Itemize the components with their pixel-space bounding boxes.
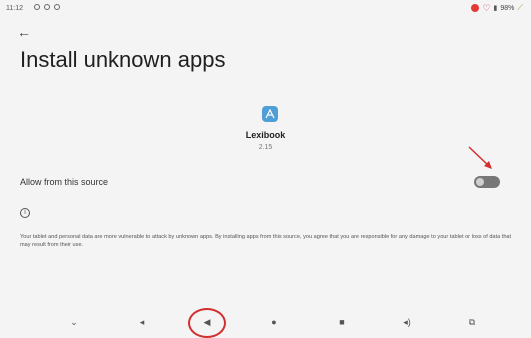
battery-level: 98% [500, 4, 515, 12]
info-icon: i [20, 208, 30, 218]
warning-text: Your tablet and personal data are more v… [20, 234, 512, 248]
battery-icon: ▮ [493, 5, 498, 12]
status-time: 11:12 [6, 5, 23, 12]
settings-dot-icon [54, 4, 60, 10]
settings-dot-icon [44, 4, 50, 10]
page-title: Install unknown apps [20, 47, 226, 72]
allow-from-source-toggle[interactable] [474, 176, 500, 188]
toggle-knob [476, 178, 484, 186]
status-bar: 11:12 ♡ ▮ 98% ⟋ [0, 0, 531, 18]
app-version: 2.15 [258, 144, 273, 151]
volume-down-icon[interactable]: ◂ [134, 314, 150, 330]
status-icons [34, 4, 60, 10]
recents-icon[interactable]: ■ [334, 314, 350, 330]
settings-dot-icon [34, 4, 40, 10]
heart-icon: ♡ [482, 2, 491, 13]
back-arrow-icon[interactable]: ← [16, 24, 32, 40]
allow-from-source-label: Allow from this source [20, 177, 109, 187]
volume-up-icon[interactable]: ◂) [399, 314, 415, 330]
chevron-down-icon[interactable]: ⌄ [66, 314, 82, 330]
app-icon [262, 106, 278, 122]
status-right: ♡ ▮ 98% ⟋ [471, 3, 523, 13]
allow-from-source-row[interactable]: Allow from this source [0, 168, 531, 196]
notification-badge-icon [471, 4, 480, 12]
screenshot-icon[interactable]: ⧉ [464, 314, 480, 330]
navigation-bar: ⌄ ◂ ◀ ● ■ ◂) ⧉ [0, 306, 531, 338]
app-name: Lexibook [245, 130, 286, 140]
annotation-circle [188, 308, 226, 338]
home-icon[interactable]: ● [266, 314, 282, 330]
signal-icon: ⟋ [517, 3, 523, 12]
